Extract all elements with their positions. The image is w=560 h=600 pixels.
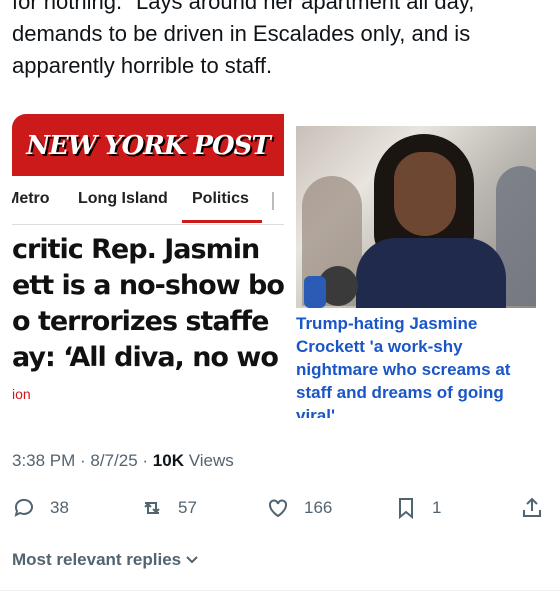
bookmark-count: 1 <box>432 498 442 517</box>
share-button[interactable] <box>520 490 544 526</box>
replies-sort-label: Most relevant replies <box>12 550 182 569</box>
heart-icon <box>269 499 287 518</box>
divider <box>0 590 560 591</box>
tweet-meta: 3:38 PM · 8/7/25 · 10K Views <box>12 451 234 470</box>
caption-line: viral' <box>296 406 336 418</box>
replies-sort-dropdown[interactable]: Most relevant replies <box>12 550 199 570</box>
tweet-actions: 38 57 166 1 <box>0 490 560 526</box>
tweet-text-line: apparently horrible to staff. <box>12 53 273 78</box>
nypost-headline-line: o terrorizes staffe <box>12 306 269 337</box>
reply-count: 38 <box>50 498 69 517</box>
tweet-text: for nothing. "Lays around her apartment … <box>12 0 552 82</box>
nypost-nav-long-island: Long Island <box>78 190 168 207</box>
nypost-nav-politics: Politics <box>192 190 249 207</box>
like-count: 166 <box>304 498 333 517</box>
nypost-nav-separator <box>272 192 274 210</box>
views-count: 10K <box>152 451 184 470</box>
nypost-headline-line: critic Rep. Jasmin <box>12 234 260 265</box>
nypost-section-tag: ion <box>12 386 31 402</box>
share-icon <box>523 497 541 517</box>
tweet-text-line: for nothing. "Lays around her apartment … <box>12 0 483 14</box>
retweet-button[interactable]: 57 <box>140 490 197 526</box>
nypost-screenshot-image[interactable]: NEW YORK POST Metro Long Island Politics… <box>12 114 284 420</box>
tweet-text-line: demands to be driven in Escalades only, … <box>12 21 471 46</box>
caption-line: staff and dreams of going <box>296 383 504 402</box>
nypost-headline-line: ett is a no-show bos <box>12 270 284 301</box>
news-photo-card[interactable]: Trump-hating Jasmine Crockett 'a work-sh… <box>292 118 540 418</box>
nypost-headline: critic Rep. Jasmin ett is a no-show bos … <box>12 232 284 376</box>
retweet-count: 57 <box>178 498 197 517</box>
news-photo <box>296 126 536 308</box>
caption-line: Trump-hating Jasmine <box>296 314 478 333</box>
nypost-header: NEW YORK POST <box>12 114 284 176</box>
bookmark-icon <box>399 498 413 520</box>
nypost-logo: NEW YORK POST <box>26 131 271 161</box>
views-label: Views <box>188 451 234 470</box>
bookmark-button[interactable]: 1 <box>394 490 441 526</box>
nypost-headline-line: ay: ‘All diva, no wo <box>12 342 279 373</box>
caption-line: nightmare who screams at <box>296 360 511 379</box>
chevron-down-icon <box>186 556 198 564</box>
reply-button[interactable]: 38 <box>12 490 69 526</box>
nypost-nav: Metro Long Island Politics <box>12 176 284 225</box>
reply-icon <box>14 498 33 517</box>
tweet-time[interactable]: 3:38 PM <box>12 451 75 470</box>
news-photo-caption: Trump-hating Jasmine Crockett 'a work-sh… <box>296 312 540 418</box>
nypost-nav-active-indicator <box>182 220 262 223</box>
nypost-nav-metro: Metro <box>12 190 50 207</box>
like-button[interactable]: 166 <box>266 490 332 526</box>
caption-line: Crockett 'a work-shy <box>296 337 463 356</box>
tweet-date[interactable]: 8/7/25 <box>90 451 137 470</box>
retweet-icon <box>144 502 160 514</box>
